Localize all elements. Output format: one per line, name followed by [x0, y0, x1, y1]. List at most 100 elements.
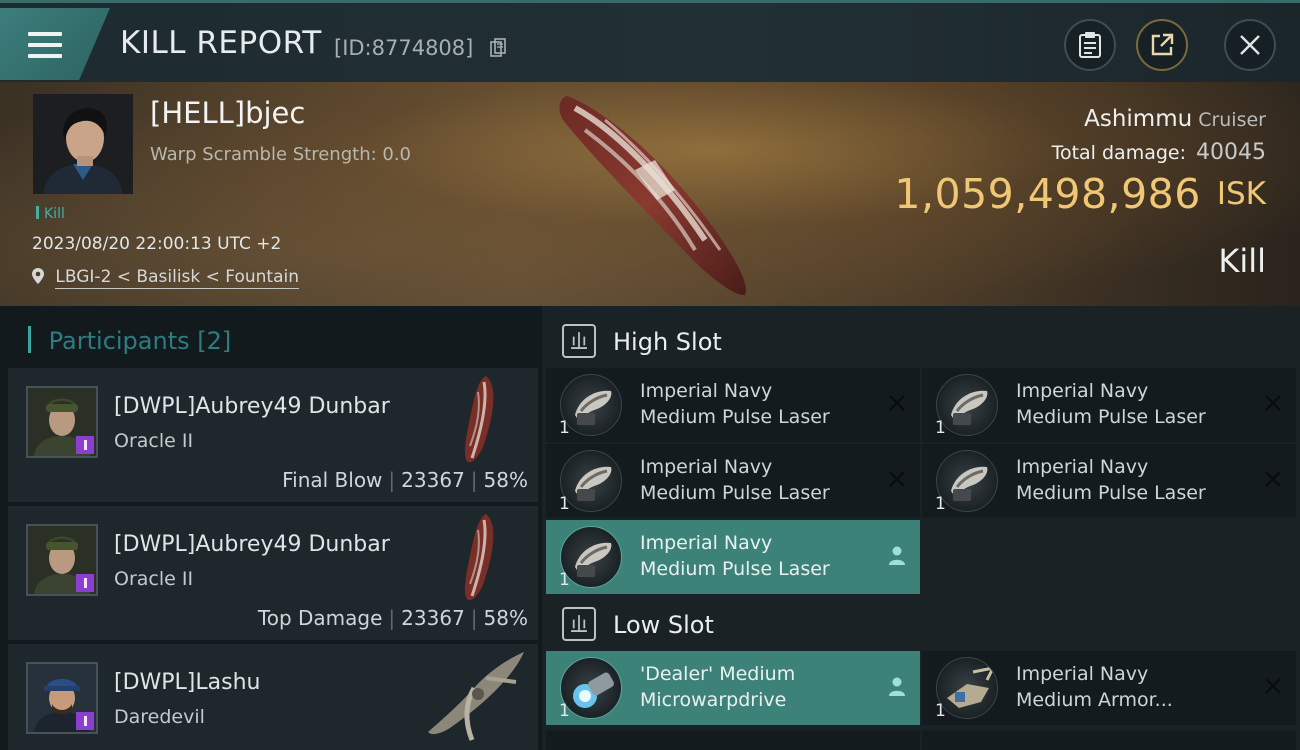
- victim-ship[interactable]: Ashimmu Cruiser: [1084, 106, 1266, 132]
- total-damage: Total damage: 40045: [1052, 140, 1266, 165]
- menu-tab[interactable]: [0, 8, 110, 80]
- clipboard-icon: [1079, 32, 1101, 58]
- module-name-line2: Medium Pulse Laser: [1016, 406, 1206, 428]
- share-button[interactable]: [1136, 19, 1188, 71]
- victim-ship-image: [559, 96, 746, 296]
- module-name-line2: Medium Armor...: [1016, 689, 1173, 711]
- high-slot-header: High Slot: [542, 310, 1300, 370]
- page-title: KILL REPORT: [120, 25, 322, 61]
- participant-percent: 58%: [483, 606, 528, 630]
- kill-location[interactable]: LBGI-2 < Basilisk < Fountain: [32, 267, 299, 289]
- destroyed-x-icon: [889, 471, 905, 487]
- participant-role: Final Blow: [282, 468, 383, 492]
- module-quantity: 1: [559, 494, 570, 514]
- module-quantity: 1: [559, 570, 570, 590]
- corp-badge-icon: [76, 712, 94, 730]
- module-name-line2: Microwarpdrive: [640, 689, 787, 711]
- participant-damage: 23367: [401, 468, 465, 492]
- module-row-partial[interactable]: [922, 730, 1296, 750]
- module-name-line2: Medium Pulse Laser: [640, 558, 830, 580]
- close-icon: [1240, 35, 1260, 55]
- avatar[interactable]: [26, 386, 98, 458]
- high-slot-label: High Slot: [613, 328, 722, 356]
- low-slot-label: Low Slot: [613, 611, 714, 639]
- participant-card[interactable]: [DWPL]Aubrey49 Dunbar Oracle II Top Dama…: [8, 506, 538, 640]
- victim-portrait[interactable]: [33, 94, 133, 194]
- module-row[interactable]: 1 'Dealer' Medium Microwarpdrive: [546, 651, 920, 725]
- low-slot-icon: [562, 607, 596, 641]
- module-quantity: 1: [935, 418, 946, 438]
- location-link[interactable]: LBGI-2 < Basilisk < Fountain: [55, 267, 299, 289]
- module-row-partial[interactable]: [546, 730, 920, 750]
- avatar[interactable]: [26, 662, 98, 734]
- microwarpdrive-icon: [573, 672, 614, 708]
- isk-unit: ISK: [1216, 176, 1266, 212]
- participant-percent: 58%: [483, 468, 528, 492]
- module-name: Imperial Navy Medium Pulse Laser: [640, 454, 880, 506]
- module-row[interactable]: 1 Imperial Navy Medium Armor...: [922, 651, 1296, 725]
- module-row[interactable]: 1 Imperial Navy Medium Pulse Laser: [546, 444, 920, 518]
- hamburger-menu-icon[interactable]: [28, 32, 62, 58]
- participant-ship: Oracle II: [114, 430, 194, 452]
- close-button[interactable]: [1224, 19, 1276, 71]
- participant-card[interactable]: [DWPL]Lashu Daredevil: [8, 644, 538, 750]
- victim-avatar-icon: [33, 94, 133, 194]
- module-quantity: 1: [935, 494, 946, 514]
- participant-name[interactable]: [DWPL]Lashu: [114, 670, 260, 695]
- module-name-line2: Medium Pulse Laser: [640, 406, 830, 428]
- module-name-line1: 'Dealer' Medium: [640, 663, 796, 685]
- low-slot-header: Low Slot: [542, 593, 1300, 653]
- participant-name[interactable]: [DWPL]Aubrey49 Dunbar: [114, 394, 390, 419]
- participant-name[interactable]: [DWPL]Aubrey49 Dunbar: [114, 532, 390, 557]
- victim-ship-class: Cruiser: [1198, 109, 1266, 131]
- pulse-laser-icon: [951, 466, 988, 501]
- participant-stats: Top Damage | 23367 | 58%: [258, 606, 528, 630]
- participant-card[interactable]: [DWPL]Aubrey49 Dunbar Oracle II Final Bl…: [8, 368, 538, 502]
- pulse-laser-icon: [575, 390, 612, 425]
- kill-tag: Kill: [36, 206, 65, 222]
- dropped-pilot-icon: [889, 677, 905, 696]
- module-quantity: 1: [559, 418, 570, 438]
- module-row[interactable]: 1 Imperial Navy Medium Pulse Laser: [922, 444, 1296, 518]
- module-row[interactable]: 1 Imperial Navy Medium Pulse Laser: [546, 520, 920, 594]
- participant-ship: Daredevil: [114, 706, 205, 728]
- module-row[interactable]: 1 Imperial Navy Medium Pulse Laser: [922, 368, 1296, 442]
- oracle-ship-icon: [464, 376, 494, 463]
- share-icon: [1151, 33, 1174, 56]
- copy-icon[interactable]: [490, 38, 506, 58]
- module-name-line1: Imperial Navy: [1016, 380, 1149, 402]
- dropped-pilot-icon: [889, 546, 905, 565]
- module-name: Imperial Navy Medium Pulse Laser: [1016, 378, 1256, 430]
- clipboard-button[interactable]: [1064, 19, 1116, 71]
- stats-divider: |: [470, 606, 478, 630]
- module-row[interactable]: 1 Imperial Navy Medium Pulse Laser: [546, 368, 920, 442]
- armor-module-icon: [947, 665, 996, 708]
- window-header: KILL REPORT [ID:8774808]: [0, 0, 1300, 82]
- destroyed-x-icon: [1265, 678, 1281, 694]
- stats-divider: |: [388, 606, 396, 630]
- module-name: Imperial Navy Medium Pulse Laser: [1016, 454, 1256, 506]
- module-quantity: 1: [559, 701, 570, 721]
- destroyed-x-icon: [1265, 395, 1281, 411]
- warp-scramble-strength: Warp Scramble Strength: 0.0: [150, 144, 412, 165]
- module-name-line1: Imperial Navy: [1016, 663, 1149, 685]
- module-name-line1: Imperial Navy: [640, 532, 773, 554]
- participants-panel: Participants [2] [DWPL]Aubrey49 Dunbar O…: [0, 306, 542, 750]
- isk-value: 1,059,498,986 ISK: [894, 170, 1266, 218]
- module-name: Imperial Navy Medium Pulse Laser: [640, 530, 880, 582]
- participants-label: Participants: [48, 327, 190, 355]
- module-quantity: 1: [935, 701, 946, 721]
- participants-heading: Participants [2]: [28, 326, 232, 355]
- daredevil-ship-icon: [428, 652, 524, 741]
- module-name-line2: Medium Pulse Laser: [1016, 482, 1206, 504]
- avatar[interactable]: [26, 524, 98, 596]
- victim-name[interactable]: [HELL]bjec: [150, 96, 305, 130]
- kill-id: [ID:8774808]: [334, 36, 474, 60]
- destroyed-x-icon: [889, 395, 905, 411]
- fitting-panel: High Slot 1 Imperial Navy Medium Pulse Las…: [542, 306, 1300, 750]
- kill-result: Kill: [1218, 242, 1266, 280]
- total-damage-value: 40045: [1196, 140, 1266, 165]
- module-name-line1: Imperial Navy: [640, 456, 773, 478]
- location-pin-icon: [32, 268, 44, 284]
- destroyed-x-icon: [1265, 471, 1281, 487]
